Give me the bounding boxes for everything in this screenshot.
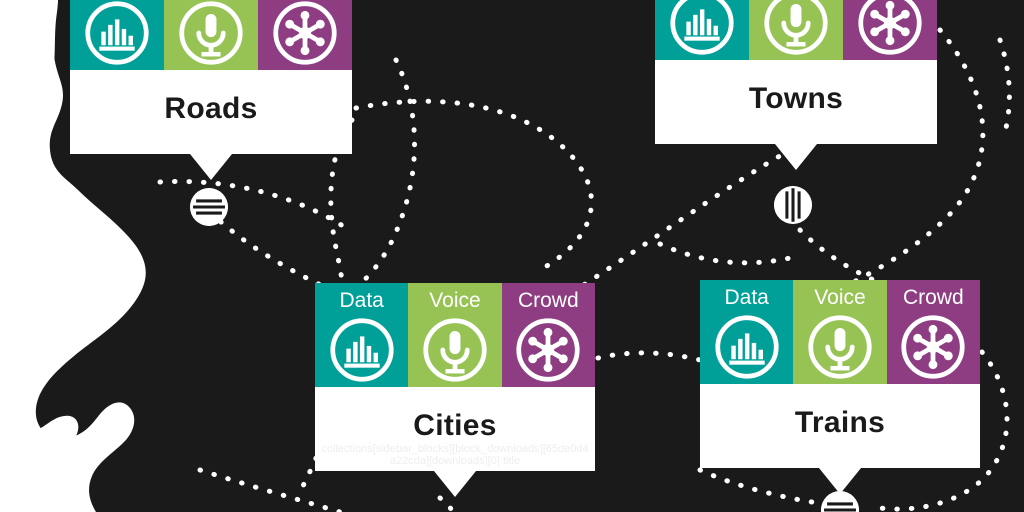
card-body: Roads (70, 70, 352, 154)
crowd-network-icon (858, 0, 922, 55)
crowd-network-icon-wrap (514, 316, 582, 387)
crowd-network-icon (516, 318, 580, 382)
card-tile-row: Data Voice Crowd (315, 283, 595, 387)
card-title: Trains (794, 406, 886, 439)
bar-chart-icon (330, 318, 394, 382)
card-title: Towns (748, 82, 844, 115)
roads-node[interactable] (190, 188, 228, 226)
tile-crowd[interactable]: Crowd (258, 0, 352, 70)
card-tile-row: DataVoiceCrowd (70, 0, 352, 70)
crowd-network-icon (273, 1, 337, 65)
card-tile-row: DataVoiceCrowd (655, 0, 937, 60)
tile-crowd[interactable]: Crowd (501, 283, 595, 387)
tile-label: Crowd (517, 289, 579, 312)
card-cities[interactable]: Data Voice Crowd Cities collections[sidebar_… (315, 283, 595, 497)
tile-label: Data (724, 286, 769, 309)
card-pointer-arrow (775, 144, 817, 170)
tile-data[interactable]: Data (70, 0, 164, 70)
tile-label: Voice (429, 289, 481, 312)
tile-label: Crowd (902, 286, 964, 309)
tile-data[interactable]: Data (700, 280, 794, 384)
tile-voice[interactable]: Voice (749, 0, 843, 60)
card-trains[interactable]: Data Voice Crowd Trains (700, 280, 980, 494)
vertical-stripes-circle-icon (774, 186, 812, 224)
towns-node[interactable] (774, 186, 812, 224)
card-placeholder-text: collections[sidebar_blocks][block_downlo… (321, 443, 589, 467)
microphone-icon-wrap (177, 0, 245, 70)
crowd-network-icon-wrap (271, 0, 339, 70)
card-body: Towns (655, 60, 937, 144)
card-title: Roads (164, 92, 258, 125)
crowd-network-icon-wrap (899, 313, 967, 384)
tile-data[interactable]: Data (315, 283, 409, 387)
bar-chart-icon (670, 0, 734, 55)
crowd-network-icon-wrap (856, 0, 924, 60)
bar-chart-icon-wrap (668, 0, 736, 60)
tile-voice[interactable]: Voice (408, 283, 502, 387)
bar-chart-icon (85, 1, 149, 65)
card-body: Trains (700, 384, 980, 468)
bar-chart-icon-wrap (83, 0, 151, 70)
tile-label: Voice (814, 286, 866, 309)
infographic-canvas: DataVoiceCrowdRoadsDataVoiceCrowdTownsDa… (0, 0, 1024, 512)
tile-crowd[interactable]: Crowd (886, 280, 980, 384)
tile-crowd[interactable]: Crowd (843, 0, 937, 60)
microphone-icon-wrap (421, 316, 489, 387)
bar-chart-icon (715, 315, 779, 379)
microphone-icon-wrap (806, 313, 874, 384)
microphone-icon (423, 318, 487, 382)
card-title: Cities (413, 409, 497, 442)
card-tile-row: Data Voice Crowd (700, 280, 980, 384)
tile-voice[interactable]: Voice (164, 0, 258, 70)
microphone-icon (808, 315, 872, 379)
card-towns[interactable]: DataVoiceCrowd Towns (655, 0, 937, 170)
microphone-icon (179, 1, 243, 65)
bar-chart-icon-wrap (328, 316, 396, 387)
crowd-network-icon (901, 315, 965, 379)
bar-chart-icon-wrap (713, 313, 781, 384)
tile-data[interactable]: Data (655, 0, 749, 60)
tile-label: Data (339, 289, 384, 312)
microphone-icon (764, 0, 828, 55)
horizontal-stripes-circle-icon (190, 188, 228, 226)
card-pointer-arrow (434, 471, 476, 497)
card-pointer-arrow (190, 154, 232, 180)
card-roads[interactable]: DataVoiceCrowdRoads (70, 0, 352, 180)
card-body: Cities collections[sidebar_blocks][block_… (315, 387, 595, 471)
tile-voice[interactable]: Voice (793, 280, 887, 384)
microphone-icon-wrap (762, 0, 830, 60)
